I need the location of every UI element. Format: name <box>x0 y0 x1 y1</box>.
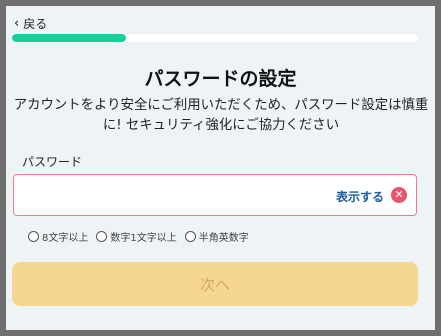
next-button[interactable]: 次へ <box>12 262 418 306</box>
chevron-left-icon: ‹ <box>14 16 20 31</box>
password-setup-card: ‹ 戻る パスワードの設定 アカウントをより安全にご利用いただくため、パスワード… <box>6 6 435 330</box>
progress-fill <box>12 34 126 42</box>
password-label: パスワード <box>22 155 83 169</box>
rule-label: 数字1文字以上 <box>110 233 177 244</box>
back-button[interactable]: ‹ 戻る <box>14 15 47 32</box>
rule-label: 半角英数字 <box>198 233 249 244</box>
password-field-box: 表示する ✕ <box>13 174 417 216</box>
password-rules: 8文字以上 数字1文字以上 半角英数字 <box>28 229 249 244</box>
rule-item: 数字1文字以上 <box>96 229 177 244</box>
description-text: アカウントをより安全にご利用いただくため、パスワード設定は慎重に! セキュリティ… <box>13 98 429 133</box>
circle-icon <box>96 231 108 242</box>
back-label: 戻る <box>23 17 48 31</box>
rule-item: 半角英数字 <box>184 229 249 244</box>
show-password-toggle[interactable]: 表示する <box>336 188 384 205</box>
page-title: パスワードの設定 <box>144 68 297 90</box>
rule-item: 8文字以上 <box>28 229 88 244</box>
circle-icon <box>28 231 39 242</box>
progress-bar <box>12 34 418 42</box>
circle-icon <box>184 231 196 242</box>
password-input[interactable] <box>22 184 326 208</box>
close-icon[interactable]: ✕ <box>391 187 407 203</box>
rule-label: 8文字以上 <box>42 233 89 244</box>
